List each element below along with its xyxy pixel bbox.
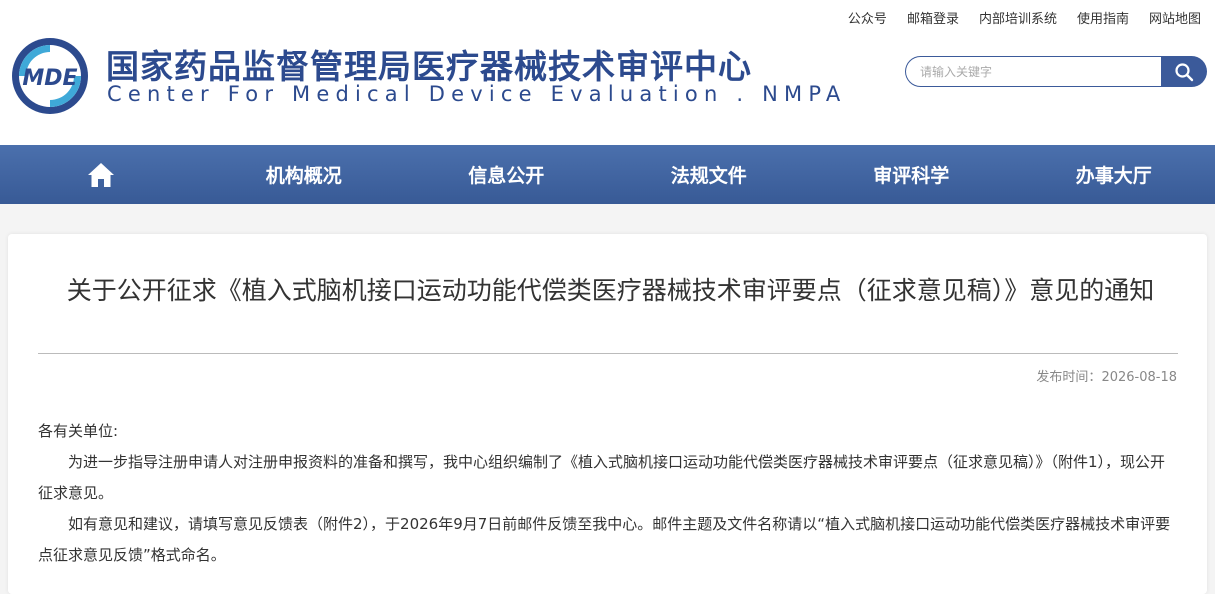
top-link-mail-login[interactable]: 邮箱登录 bbox=[907, 8, 959, 27]
search-input[interactable] bbox=[905, 56, 1161, 87]
article-card: 关于公开征求《植入式脑机接口运动功能代偿类医疗器械技术审评要点（征求意见稿）》意… bbox=[8, 234, 1207, 594]
article-paragraph: 为进一步指导注册申请人对注册申报资料的准备和撰写，我中心组织编制了《植入式脑机接… bbox=[38, 447, 1178, 509]
nav-item-service-hall[interactable]: 办事大厅 bbox=[1013, 145, 1215, 204]
logo-cn-name: 国家药品监督管理局医疗器械技术审评中心 bbox=[106, 40, 752, 88]
article-salutation: 各有关单位: bbox=[38, 416, 1178, 447]
search-icon bbox=[1174, 62, 1194, 82]
search-bar bbox=[905, 56, 1207, 87]
nav-item-home[interactable] bbox=[0, 145, 203, 204]
home-icon bbox=[87, 162, 115, 188]
search-button[interactable] bbox=[1161, 56, 1207, 87]
publish-date: 发布时间：2026-08-18 bbox=[1036, 366, 1177, 385]
article-body: 各有关单位: 为进一步指导注册申请人对注册申报资料的准备和撰写，我中心组织编制了… bbox=[38, 416, 1178, 571]
publish-date-label: 发布时间： bbox=[1036, 370, 1101, 385]
site-header: 公众号 邮箱登录 内部培训系统 使用指南 网站地图 MDE 国家药品监督管理局医… bbox=[0, 0, 1215, 145]
title-divider bbox=[38, 353, 1178, 354]
logo-emblem[interactable]: MDE bbox=[10, 36, 90, 116]
main-nav: 机构概况 信息公开 法规文件 审评科学 办事大厅 bbox=[0, 145, 1215, 204]
logo-mark-text: MDE bbox=[22, 66, 77, 91]
article-paragraph: 如有意见和建议，请填写意见反馈表（附件2），于2026年9月7日前邮件反馈至我中… bbox=[38, 509, 1178, 571]
top-link-sitemap[interactable]: 网站地图 bbox=[1149, 8, 1201, 27]
article-title: 关于公开征求《植入式脑机接口运动功能代偿类医疗器械技术审评要点（征求意见稿）》意… bbox=[48, 272, 1173, 310]
publish-date-value: 2026-08-18 bbox=[1101, 370, 1177, 385]
top-link-internal-training[interactable]: 内部培训系统 bbox=[979, 8, 1057, 27]
top-link-user-guide[interactable]: 使用指南 bbox=[1077, 8, 1129, 27]
top-links: 公众号 邮箱登录 内部培训系统 使用指南 网站地图 bbox=[848, 8, 1201, 27]
nav-item-about[interactable]: 机构概况 bbox=[203, 145, 406, 204]
logo-en-name: Center For Medical Device Evaluation . N… bbox=[107, 82, 846, 106]
nav-item-info-disclosure[interactable]: 信息公开 bbox=[405, 145, 608, 204]
nav-item-regulations[interactable]: 法规文件 bbox=[608, 145, 811, 204]
nav-item-review-science[interactable]: 审评科学 bbox=[810, 145, 1013, 204]
top-link-wechat[interactable]: 公众号 bbox=[848, 8, 887, 27]
